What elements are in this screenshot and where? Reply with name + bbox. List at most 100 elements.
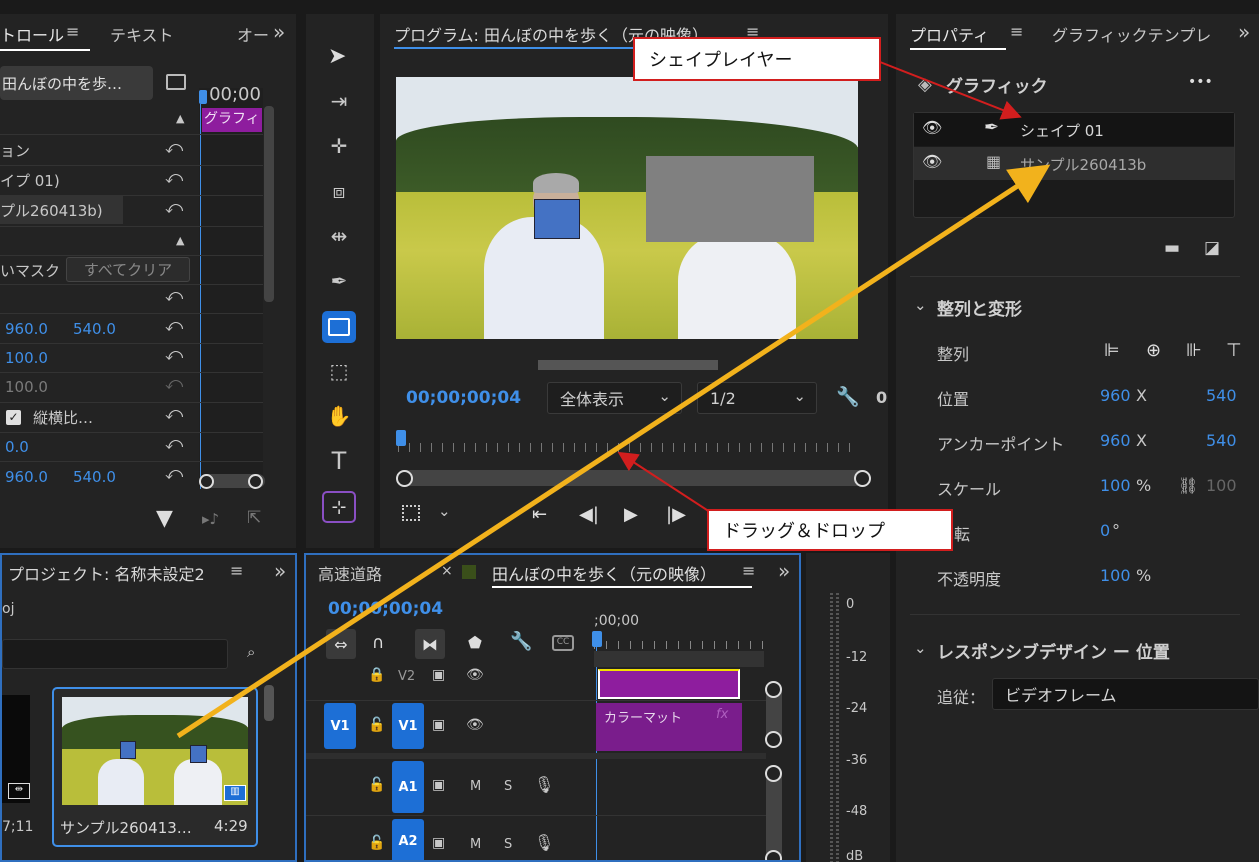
- position-x-value[interactable]: 960.0: [5, 320, 48, 338]
- vertical-zoom-handle[interactable]: [765, 681, 782, 698]
- a1-track-target[interactable]: A1: [392, 761, 424, 813]
- mute-button[interactable]: M: [470, 837, 481, 852]
- mini-scrollbar[interactable]: [264, 106, 274, 302]
- hand-tool-icon[interactable]: ✋: [325, 402, 353, 430]
- video-audio-divider[interactable]: [306, 753, 766, 759]
- layer-row-shape[interactable]: 👁 ✒ シェイプ 01: [914, 113, 1234, 146]
- sync-lock-icon[interactable]: ▣: [432, 777, 445, 793]
- selection-tool-icon[interactable]: ➤: [328, 44, 346, 69]
- anchor-x-value[interactable]: 960.0: [5, 468, 48, 486]
- safe-margins-icon[interactable]: [402, 505, 420, 521]
- layer-row-sample[interactable]: 👁 ▦ サンプル260413b: [914, 147, 1234, 180]
- zoom-bar[interactable]: [398, 470, 868, 486]
- tab-menu-icon[interactable]: ≡: [742, 561, 755, 580]
- mini-clip[interactable]: グラフィ: [202, 108, 262, 132]
- reset-icon[interactable]: ⤺: [165, 138, 183, 158]
- reset-icon[interactable]: ⤺: [165, 464, 183, 484]
- position-y[interactable]: 540: [1206, 386, 1237, 405]
- vertical-zoom-handle[interactable]: [765, 765, 782, 782]
- nest-toggle-icon[interactable]: ⇔: [326, 629, 356, 659]
- play-icon[interactable]: ▶: [624, 504, 638, 525]
- microphone-icon[interactable]: 🎙: [534, 833, 554, 852]
- align-right-icon[interactable]: ⊪: [1186, 340, 1202, 361]
- anchor-y-value[interactable]: 540.0: [73, 468, 116, 486]
- program-ruler[interactable]: [398, 434, 860, 452]
- lock-icon[interactable]: 🔓: [368, 777, 385, 793]
- monitor-scrollbar[interactable]: [538, 360, 718, 370]
- go-to-in-icon[interactable]: ⇤: [532, 504, 547, 525]
- mini-playhead[interactable]: [199, 90, 207, 104]
- resolution-dropdown[interactable]: 1/2 ⌄: [697, 382, 817, 414]
- folder-icon[interactable]: ▬: [1164, 238, 1180, 258]
- new-layer-icon[interactable]: ◪: [1204, 238, 1220, 258]
- reset-icon[interactable]: ⤺: [165, 434, 183, 454]
- tab-sequence-active[interactable]: 田んぼの中を歩く（元の映像）: [492, 561, 716, 585]
- project-title[interactable]: プロジェクト: 名称未設定2: [8, 561, 205, 585]
- timeline-settings-icon[interactable]: 🔧: [510, 631, 532, 652]
- v1-track-target[interactable]: V1: [392, 703, 424, 749]
- reset-icon[interactable]: ⤺: [165, 345, 183, 365]
- lock-icon[interactable]: 🔓: [368, 717, 385, 733]
- tab-audio-mixer[interactable]: オー: [237, 22, 269, 46]
- linked-selection-icon[interactable]: ⧓: [415, 629, 445, 659]
- fit-dropdown[interactable]: 全体表示 ⌄: [547, 382, 682, 414]
- project-scrollbar[interactable]: [264, 685, 274, 721]
- graphic-clip-v2[interactable]: [598, 669, 740, 699]
- eye-icon[interactable]: 👁: [922, 118, 942, 137]
- ec-row-2[interactable]: プル260413b): [0, 196, 103, 224]
- close-icon[interactable]: ×: [441, 563, 453, 579]
- tab-properties[interactable]: プロパティ: [910, 22, 989, 46]
- step-back-icon[interactable]: ◀|: [579, 504, 599, 525]
- more-panels-icon[interactable]: »: [778, 559, 790, 583]
- chevron-down-icon[interactable]: ⌄: [438, 502, 451, 520]
- microphone-icon[interactable]: 🎙: [534, 775, 554, 794]
- razor-tool-icon[interactable]: ⧈: [325, 177, 353, 205]
- snap-icon[interactable]: ∩: [372, 633, 384, 653]
- type-tool-icon[interactable]: T: [325, 447, 353, 475]
- eye-icon[interactable]: 👁: [922, 152, 942, 171]
- link-icon[interactable]: ⛓: [1178, 476, 1198, 495]
- a2-track-target[interactable]: A2: [392, 819, 424, 860]
- play-audio-icon[interactable]: ▸♪: [202, 510, 219, 528]
- position-x[interactable]: 960: [1100, 386, 1131, 405]
- transform-tool-icon[interactable]: ⊹: [322, 491, 356, 523]
- align-center-icon[interactable]: ⊕: [1146, 340, 1161, 361]
- collapse-icon-2[interactable]: ▲: [176, 234, 184, 247]
- checkbox-icon[interactable]: ✓: [6, 409, 21, 425]
- anchor-y[interactable]: 540: [1206, 431, 1237, 450]
- tab-menu-icon[interactable]: ≡: [66, 22, 79, 41]
- add-marker-icon[interactable]: ⬟: [468, 633, 482, 652]
- slip-tool-icon[interactable]: ⇹: [325, 222, 353, 250]
- sync-lock-icon[interactable]: ▣: [432, 717, 445, 733]
- vertical-zoom-handle[interactable]: [765, 731, 782, 748]
- color-matte-clip[interactable]: カラーマット fx: [596, 703, 742, 751]
- face-mask-blue[interactable]: [534, 199, 580, 239]
- tab-sequence-highway[interactable]: 高速道路: [318, 561, 382, 585]
- sync-lock-icon[interactable]: ▣: [432, 667, 445, 683]
- more-panels-icon[interactable]: »: [274, 559, 286, 583]
- pen-tool-icon[interactable]: ✒: [325, 267, 353, 295]
- sync-lock-icon[interactable]: ▣: [432, 835, 445, 851]
- more-panels-icon[interactable]: »: [1238, 20, 1250, 44]
- reset-icon[interactable]: ⤺: [165, 168, 183, 188]
- timeline-timecode[interactable]: 00;00;00;04: [328, 599, 443, 619]
- project-search-input[interactable]: [2, 639, 228, 669]
- scale-value[interactable]: 100.0: [5, 349, 48, 367]
- clear-all-button[interactable]: すべてクリア: [66, 257, 190, 282]
- clip-item-sample[interactable]: ▥ サンプル260413… 4:29: [52, 687, 258, 847]
- track-select-tool-icon[interactable]: ⇥: [325, 87, 353, 115]
- more-panels-icon[interactable]: »: [273, 20, 285, 44]
- vertical-zoom-handle[interactable]: [765, 850, 782, 860]
- reset-icon[interactable]: ⤺: [165, 198, 183, 218]
- captions-icon[interactable]: CC: [552, 635, 574, 651]
- zoom-handle-left[interactable]: [199, 474, 214, 489]
- rotation-value[interactable]: 0.0: [5, 438, 29, 456]
- anchor-x[interactable]: 960: [1100, 431, 1131, 450]
- mute-button[interactable]: M: [470, 779, 481, 794]
- zoom-bar-right-handle[interactable]: [854, 470, 871, 487]
- follow-dropdown[interactable]: ビデオフレーム: [992, 678, 1259, 710]
- reset-icon[interactable]: ⤺: [165, 286, 183, 306]
- clip-dropdown[interactable]: 田んぼの中を歩…: [0, 66, 153, 100]
- zoom-bar-left-handle[interactable]: [396, 470, 413, 487]
- align-top-icon[interactable]: ⊤: [1226, 340, 1242, 361]
